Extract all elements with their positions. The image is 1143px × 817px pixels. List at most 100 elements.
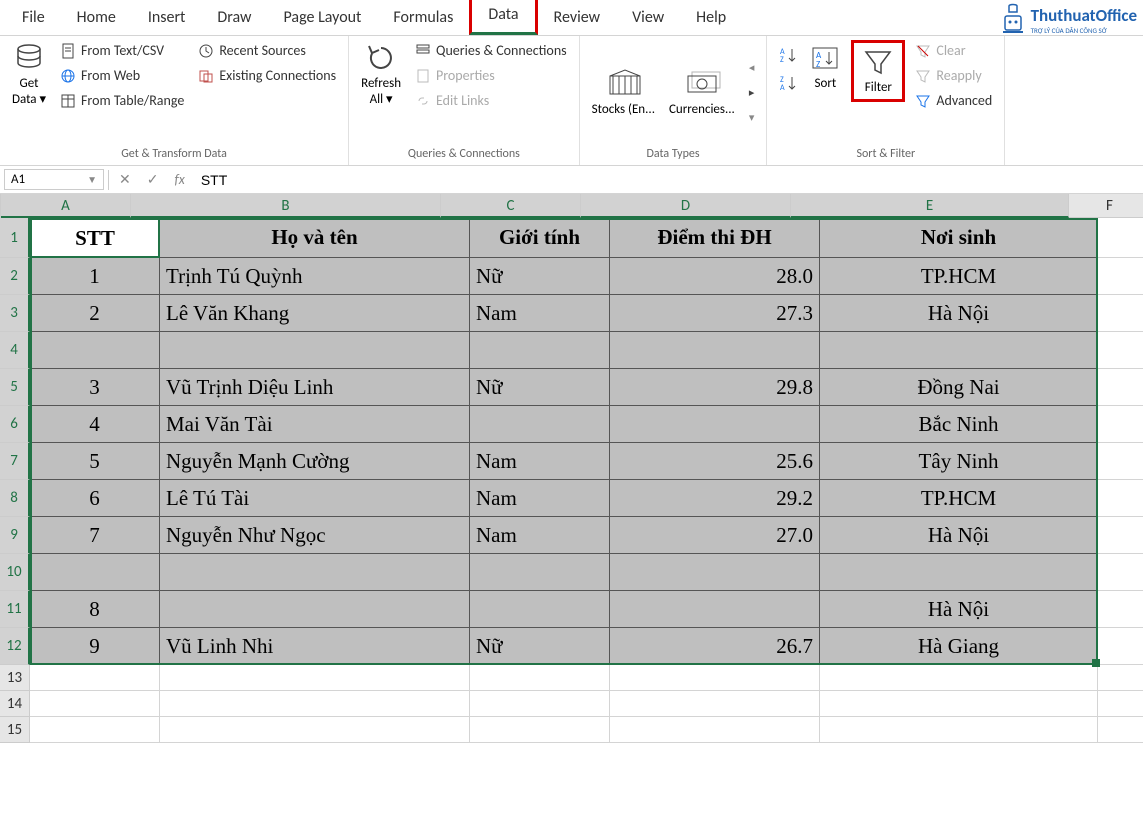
cell-E11[interactable]: Hà Nội [820, 591, 1098, 628]
col-header-E[interactable]: E [791, 194, 1069, 218]
tab-file[interactable]: File [6, 0, 61, 35]
recent-sources-button[interactable]: Recent Sources [194, 40, 340, 61]
cell-E4[interactable] [820, 332, 1098, 369]
row-header-9[interactable]: 9 [0, 517, 30, 554]
row-header-8[interactable]: 8 [0, 480, 30, 517]
advanced-button[interactable]: Advanced [911, 90, 996, 111]
cell-F11[interactable] [1098, 591, 1143, 628]
col-header-B[interactable]: B [131, 194, 441, 218]
cell-E7[interactable]: Tây Ninh [820, 443, 1098, 480]
tab-home[interactable]: Home [61, 0, 132, 35]
cell-B13[interactable] [160, 665, 470, 691]
fx-icon[interactable]: fx [170, 171, 188, 188]
cell-A7[interactable]: 5 [30, 443, 160, 480]
properties-button[interactable]: Properties [411, 65, 571, 86]
cell-F8[interactable] [1098, 480, 1143, 517]
tab-data[interactable]: Data [469, 0, 537, 35]
cell-B2[interactable]: Trịnh Tú Quỳnh [160, 258, 470, 295]
cell-D9[interactable]: 27.0 [610, 517, 820, 554]
cell-E10[interactable] [820, 554, 1098, 591]
tab-insert[interactable]: Insert [132, 0, 202, 35]
name-box[interactable]: A1▼ [4, 169, 104, 190]
col-header-A[interactable]: A [1, 194, 131, 218]
cell-E9[interactable]: Hà Nội [820, 517, 1098, 554]
formula-input[interactable] [195, 170, 1143, 190]
cell-B12[interactable]: Vũ Linh Nhi [160, 628, 470, 665]
currencies-button[interactable]: Currencies... [665, 66, 739, 120]
cell-F15[interactable] [1098, 717, 1143, 743]
cell-E5[interactable]: Đồng Nai [820, 369, 1098, 406]
cell-A10[interactable] [30, 554, 160, 591]
cell-E12[interactable]: Hà Giang [820, 628, 1098, 665]
row-header-13[interactable]: 13 [0, 665, 30, 691]
row-header-14[interactable]: 14 [0, 691, 30, 717]
cell-A3[interactable]: 2 [30, 295, 160, 332]
cell-A8[interactable]: 6 [30, 480, 160, 517]
cancel-icon[interactable]: ✕ [115, 171, 135, 188]
cell-D7[interactable]: 25.6 [610, 443, 820, 480]
cell-C5[interactable]: Nữ [470, 369, 610, 406]
cell-D3[interactable]: 27.3 [610, 295, 820, 332]
cell-D10[interactable] [610, 554, 820, 591]
cell-E6[interactable]: Bắc Ninh [820, 406, 1098, 443]
cell-F14[interactable] [1098, 691, 1143, 717]
cell-A4[interactable] [30, 332, 160, 369]
row-header-1[interactable]: 1 [0, 218, 30, 258]
cell-B14[interactable] [160, 691, 470, 717]
cell-C6[interactable] [470, 406, 610, 443]
get-data-button[interactable]: Get Data ▾ [8, 40, 50, 109]
cell-E1[interactable]: Nơi sinh [820, 218, 1098, 258]
from-text-csv-button[interactable]: From Text/CSV [56, 40, 188, 61]
cell-F2[interactable] [1098, 258, 1143, 295]
cell-A12[interactable]: 9 [30, 628, 160, 665]
cell-E15[interactable] [820, 717, 1098, 743]
cell-B9[interactable]: Nguyễn Như Ngọc [160, 517, 470, 554]
queries-connections-button[interactable]: Queries & Connections [411, 40, 571, 61]
cell-B1[interactable]: Họ và tên [160, 218, 470, 258]
cell-A11[interactable]: 8 [30, 591, 160, 628]
tab-draw[interactable]: Draw [201, 0, 267, 35]
cell-E3[interactable]: Hà Nội [820, 295, 1098, 332]
stocks-button[interactable]: Stocks (En... [588, 66, 659, 120]
sort-button[interactable]: AZSort [805, 40, 845, 94]
row-header-3[interactable]: 3 [0, 295, 30, 332]
tab-review[interactable]: Review [538, 0, 617, 35]
cell-D4[interactable] [610, 332, 820, 369]
sort-desc-button[interactable]: ZA [775, 72, 799, 92]
cell-B8[interactable]: Lê Tú Tài [160, 480, 470, 517]
tab-formulas[interactable]: Formulas [377, 0, 469, 35]
cell-C7[interactable]: Nam [470, 443, 610, 480]
cell-F1[interactable] [1098, 218, 1143, 258]
clear-button[interactable]: Clear [911, 40, 996, 61]
cell-B10[interactable] [160, 554, 470, 591]
row-header-12[interactable]: 12 [0, 628, 30, 665]
cell-B11[interactable] [160, 591, 470, 628]
cell-A9[interactable]: 7 [30, 517, 160, 554]
cell-B6[interactable]: Mai Văn Tài [160, 406, 470, 443]
cell-D8[interactable]: 29.2 [610, 480, 820, 517]
cell-B15[interactable] [160, 717, 470, 743]
cell-C1[interactable]: Giới tính [470, 218, 610, 258]
cell-C12[interactable]: Nữ [470, 628, 610, 665]
cell-C3[interactable]: Nam [470, 295, 610, 332]
cell-F3[interactable] [1098, 295, 1143, 332]
row-header-7[interactable]: 7 [0, 443, 30, 480]
cell-E13[interactable] [820, 665, 1098, 691]
cell-D11[interactable] [610, 591, 820, 628]
cell-A2[interactable]: 1 [30, 258, 160, 295]
reapply-button[interactable]: Reapply [911, 65, 996, 86]
edit-links-button[interactable]: Edit Links [411, 90, 571, 111]
cell-A6[interactable]: 4 [30, 406, 160, 443]
col-header-F[interactable]: F [1069, 194, 1143, 218]
cell-D2[interactable]: 28.0 [610, 258, 820, 295]
row-header-4[interactable]: 4 [0, 332, 30, 369]
enter-icon[interactable]: ✓ [143, 171, 163, 188]
cell-F6[interactable] [1098, 406, 1143, 443]
cell-C13[interactable] [470, 665, 610, 691]
cell-F4[interactable] [1098, 332, 1143, 369]
cell-D13[interactable] [610, 665, 820, 691]
cell-D15[interactable] [610, 717, 820, 743]
cell-E2[interactable]: TP.HCM [820, 258, 1098, 295]
from-table-range-button[interactable]: From Table/Range [56, 90, 188, 111]
cell-C8[interactable]: Nam [470, 480, 610, 517]
